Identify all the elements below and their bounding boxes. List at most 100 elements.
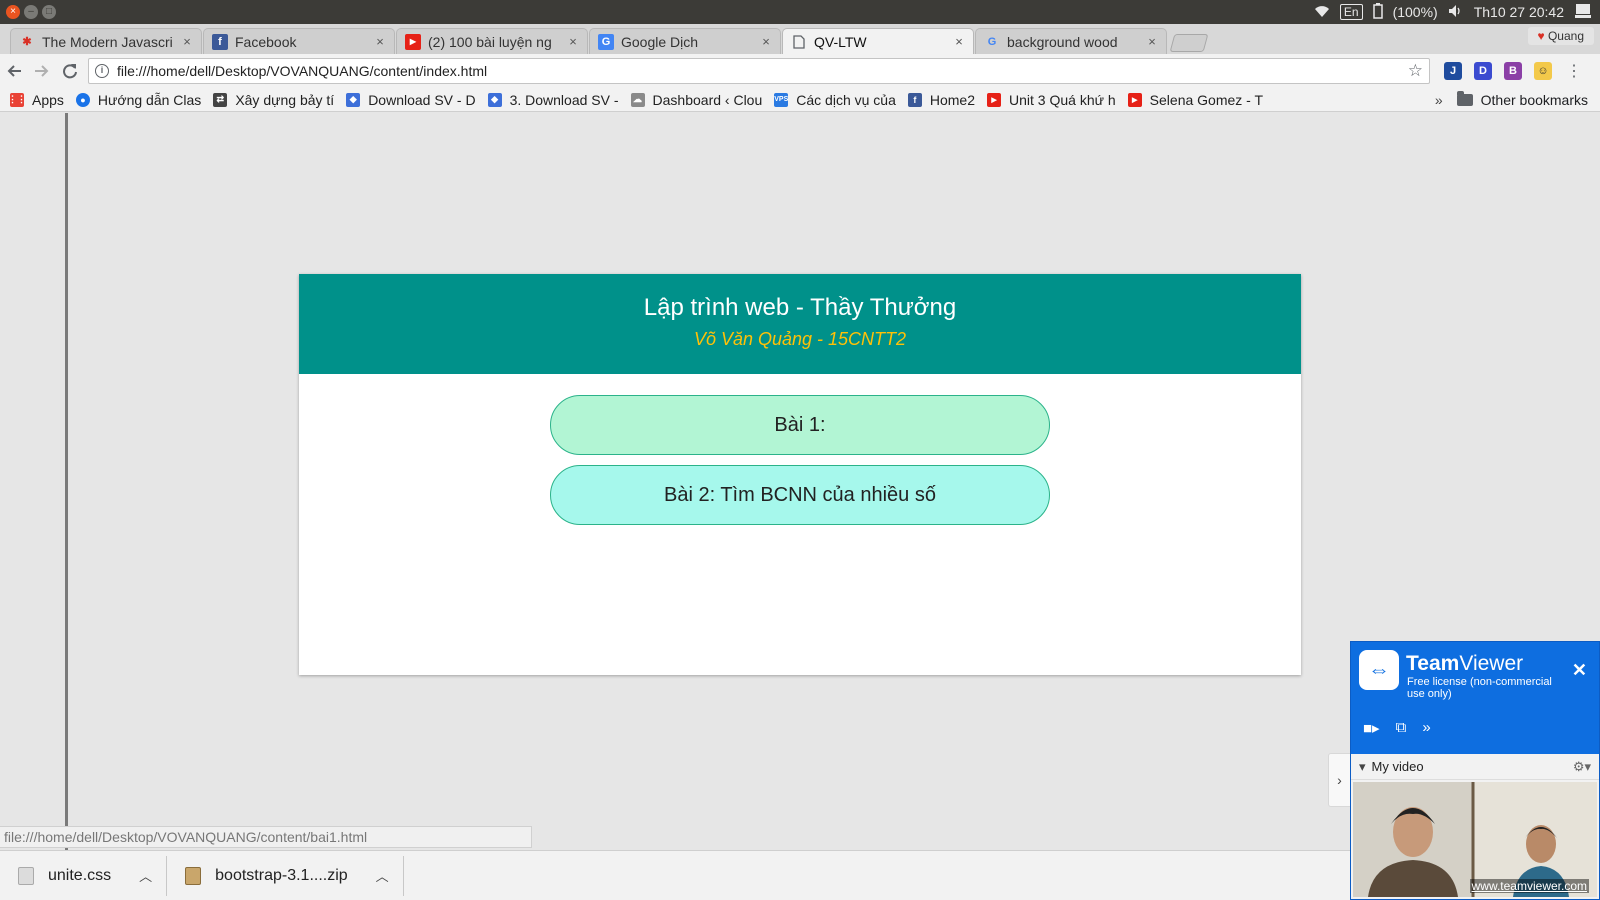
chevron-up-icon[interactable]: ︿ xyxy=(376,866,389,885)
forward-button[interactable] xyxy=(28,57,56,85)
close-icon[interactable]: ✕ xyxy=(1572,660,1587,681)
extension-b-icon[interactable]: B xyxy=(1504,62,1522,80)
close-icon[interactable]: × xyxy=(181,34,193,49)
clock[interactable]: Th10 27 20:42 xyxy=(1474,4,1564,20)
tab-youtube[interactable]: ▶ (2) 100 bài luyện ng × xyxy=(396,28,588,54)
bookmark-label: Home2 xyxy=(929,91,976,108)
person-run-icon: ✱ xyxy=(22,36,32,48)
youtube-icon: ▶ xyxy=(987,92,1002,107)
tab-title: Facebook xyxy=(235,33,297,50)
bookmark-label: Unit 3 Quá khứ h xyxy=(1009,91,1116,108)
my-video-bar[interactable]: ▾ My video ⚙▾ xyxy=(1351,754,1599,780)
tab-title: QV-LTW xyxy=(814,33,867,50)
tab-strip: ✱ The Modern Javascri × f Facebook × ▶ (… xyxy=(0,24,1600,54)
youtube-icon: ▶ xyxy=(405,33,421,50)
page-subtitle: Võ Văn Quảng - 15CNTT2 xyxy=(693,329,907,349)
bookmarks-overflow-chevron[interactable]: » xyxy=(1435,92,1443,108)
volume-icon[interactable] xyxy=(1448,4,1464,21)
bookmark-label: 3. Download SV - xyxy=(509,91,619,108)
tab-qv-ltw[interactable]: QV-LTW × xyxy=(782,28,974,54)
bookmark-dashboard[interactable]: ☁ Dashboard ‹ Clou xyxy=(630,91,763,108)
new-tab-button[interactable] xyxy=(1169,34,1209,52)
bookmark-label: Các dịch vụ của xyxy=(796,91,896,108)
globe-icon: ● xyxy=(75,92,90,107)
file-icon xyxy=(18,866,34,885)
bookmark-label: Dashboard ‹ Clou xyxy=(652,91,763,108)
extension-j-icon[interactable]: J xyxy=(1444,62,1462,80)
cloud-icon: ☁ xyxy=(630,92,645,107)
google-translate-icon: G xyxy=(598,33,614,50)
keyboard-language-indicator[interactable]: En xyxy=(1339,4,1363,20)
tab-title: Google Dịch xyxy=(621,33,699,50)
extensions-area: J D B ☺ xyxy=(1444,62,1552,80)
youtube-icon: ▶ xyxy=(1127,92,1142,107)
apps-grid-icon: ⋮⋮ xyxy=(8,92,26,107)
back-button[interactable] xyxy=(0,57,28,85)
bookmark-apps[interactable]: ⋮⋮ Apps xyxy=(8,91,64,108)
tab-background-wood[interactable]: G background wood × xyxy=(975,28,1167,54)
teamviewer-logo-icon: ⇔ xyxy=(1359,650,1399,690)
close-icon[interactable]: × xyxy=(1146,34,1158,49)
bookmark-star-icon[interactable]: ☆ xyxy=(1408,61,1423,81)
window-maximize-button[interactable]: □ xyxy=(42,5,56,19)
chevron-up-icon[interactable]: ︿ xyxy=(139,866,152,885)
bookmark-home2[interactable]: f Home2 xyxy=(907,91,976,108)
close-icon[interactable]: × xyxy=(374,34,386,49)
webcam-video: www.teamviewer.com xyxy=(1353,782,1597,897)
gear-icon[interactable]: ⚙▾ xyxy=(1573,759,1591,775)
dropbox-icon: ◆ xyxy=(487,92,502,107)
bookmark-xay-dung[interactable]: ⇄ Xây dựng bảy tí xyxy=(213,92,334,108)
extension-d-icon[interactable]: D xyxy=(1474,62,1492,80)
battery-percent: (100%) xyxy=(1392,4,1438,20)
lesson-2-button[interactable]: Bài 2: Tìm BCNN của nhiều số xyxy=(550,465,1050,525)
window-minimize-button[interactable]: – xyxy=(24,5,38,19)
my-video-label: My video xyxy=(1371,759,1424,774)
lesson-1-button[interactable]: Bài 1: xyxy=(550,395,1050,455)
bookmark-cac-dich-vu[interactable]: VPS Các dịch vụ của xyxy=(774,92,896,108)
address-url[interactable]: file:///home/dell/Desktop/VOVANQUANG/con… xyxy=(117,63,1408,79)
bookmark-unit3[interactable]: ▶ Unit 3 Quá khứ h xyxy=(987,92,1116,108)
chevron-double-right-icon[interactable]: » xyxy=(1422,719,1430,737)
bookmark-selena-gomez[interactable]: ▶ Selena Gomez - T xyxy=(1127,92,1263,108)
window-close-button[interactable]: × xyxy=(6,5,20,19)
facebook-icon: f xyxy=(907,92,922,107)
reload-button[interactable] xyxy=(56,57,84,85)
address-bar[interactable]: i file:///home/dell/Desktop/VOVANQUANG/c… xyxy=(88,58,1430,84)
profile-button[interactable]: ♥ Quang xyxy=(1527,27,1594,45)
video-camera-icon[interactable]: ■▸ xyxy=(1363,719,1380,737)
bookmark-huong-dan[interactable]: ● Hướng dẫn Clas xyxy=(75,92,201,108)
teamviewer-toolbar: ■▸ ⧉ » xyxy=(1363,719,1431,737)
download-item-unite-css[interactable]: unite.css ︿ xyxy=(0,855,168,896)
file-transfer-icon[interactable]: ⧉ xyxy=(1396,719,1407,737)
status-url-bubble: file:///home/dell/Desktop/VOVANQUANG/con… xyxy=(0,826,532,848)
tab-title: The Modern Javascri xyxy=(42,33,173,50)
teamviewer-website-link[interactable]: www.teamviewer.com xyxy=(1469,879,1589,893)
menu-icon[interactable]: ⋮ xyxy=(1566,61,1582,81)
download-filename: unite.css xyxy=(48,866,112,884)
info-icon[interactable]: i xyxy=(95,64,109,78)
bookmark-download-sv-3[interactable]: ◆ 3. Download SV - xyxy=(487,91,619,108)
close-icon[interactable]: × xyxy=(760,34,772,49)
tab-google-dich[interactable]: G Google Dịch × xyxy=(589,28,781,54)
teamviewer-expand-chevron-icon[interactable]: › xyxy=(1328,753,1350,807)
archive-icon xyxy=(185,866,202,885)
user-session-icon[interactable] xyxy=(1574,3,1592,22)
sync-icon: ⇄ xyxy=(213,92,228,107)
dropbox-icon: ◆ xyxy=(346,92,361,107)
battery-icon[interactable] xyxy=(1372,2,1383,22)
tab-facebook[interactable]: f Facebook × xyxy=(203,28,395,54)
close-icon[interactable]: × xyxy=(953,34,965,49)
close-icon[interactable]: × xyxy=(567,34,579,49)
teamviewer-panel: ⇔ TeamViewer Free license (non-commercia… xyxy=(1350,641,1600,900)
bookmark-label: Download SV - D xyxy=(368,91,476,108)
profile-name: Quang xyxy=(1547,29,1584,43)
extension-smile-icon[interactable]: ☺ xyxy=(1534,62,1552,80)
other-bookmarks[interactable]: Other bookmarks xyxy=(1456,90,1588,108)
wifi-icon[interactable] xyxy=(1314,4,1330,21)
bookmark-label: Apps xyxy=(32,91,64,108)
triangle-down-icon: ▾ xyxy=(1359,758,1366,774)
bookmark-download-sv[interactable]: ◆ Download SV - D xyxy=(346,91,476,108)
tab-modern-javascript[interactable]: ✱ The Modern Javascri × xyxy=(10,28,202,54)
arrow-right-icon xyxy=(35,65,49,77)
download-item-bootstrap-zip[interactable]: bootstrap-3.1....zip ︿ xyxy=(167,855,404,896)
